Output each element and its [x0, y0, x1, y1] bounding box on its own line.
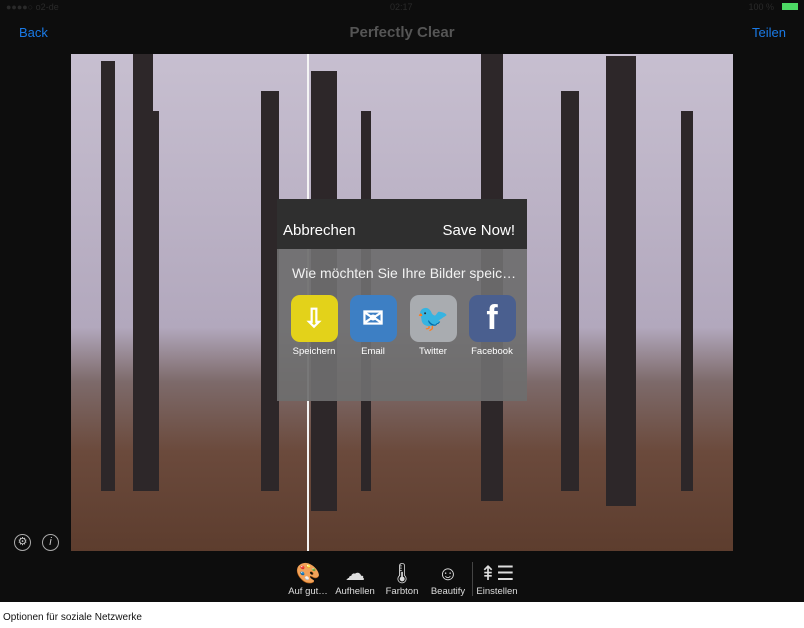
tool-beautify[interactable]: ☺ Beautify: [428, 562, 468, 597]
battery-icon: [782, 3, 798, 10]
twitter-icon: 🐦: [409, 295, 457, 342]
info-icon[interactable]: i: [42, 534, 59, 551]
option-email[interactable]: ✉ Email: [349, 295, 397, 357]
nav-bar: Back Perfectly Clear Teilen: [0, 14, 804, 52]
battery-text: 100 %: [748, 2, 774, 12]
caption: Optionen für soziale Netzwerke: [3, 612, 142, 623]
cancel-button[interactable]: Abbrechen: [283, 222, 356, 239]
palette-icon: 🎨: [295, 563, 321, 585]
clock: 02:17: [390, 2, 413, 12]
folder-download-icon: ⇩: [290, 295, 338, 342]
tool-brighten[interactable]: ☁ Aufhellen: [333, 562, 377, 597]
share-dialog: Abbrechen Save Now! Wie möchten Sie Ihre…: [277, 199, 527, 401]
thermometer-icon: 🌡: [389, 563, 415, 585]
toolbar: 🎨 Auf gut… ☁ Aufhellen 🌡 Farbton ☺ Beautify …: [0, 556, 804, 602]
save-now-button[interactable]: Save Now!: [442, 222, 515, 239]
page-title: Perfectly Clear: [349, 24, 455, 41]
face-icon: ☺: [437, 563, 459, 585]
gear-icon[interactable]: ⚙: [14, 534, 31, 551]
carrier: ●●●●○ o2-de: [6, 2, 59, 12]
tool-auto[interactable]: 🎨 Auf gut…: [286, 562, 330, 597]
toolbar-divider: [472, 562, 473, 596]
status-bar: ●●●●○ o2-de 02:17 100 %: [0, 0, 804, 14]
share-button[interactable]: Teilen: [752, 25, 786, 40]
mail-icon: ✉: [349, 295, 397, 342]
facebook-icon: f: [468, 295, 516, 342]
option-facebook[interactable]: f Facebook: [468, 295, 516, 357]
tool-tint[interactable]: 🌡 Farbton: [382, 562, 422, 597]
option-save[interactable]: ⇩ Speichern: [290, 295, 338, 357]
option-twitter[interactable]: 🐦 Twitter: [409, 295, 457, 357]
cloud-icon: ☁: [345, 563, 365, 585]
tool-settings[interactable]: ⇞☰ Einstellen: [475, 562, 519, 597]
sliders-icon: ⇞☰: [479, 563, 515, 585]
dialog-question: Wie möchten Sie Ihre Bilder speic…: [292, 265, 517, 281]
app-window: ●●●●○ o2-de 02:17 100 % Back Perfectly C…: [0, 0, 804, 602]
